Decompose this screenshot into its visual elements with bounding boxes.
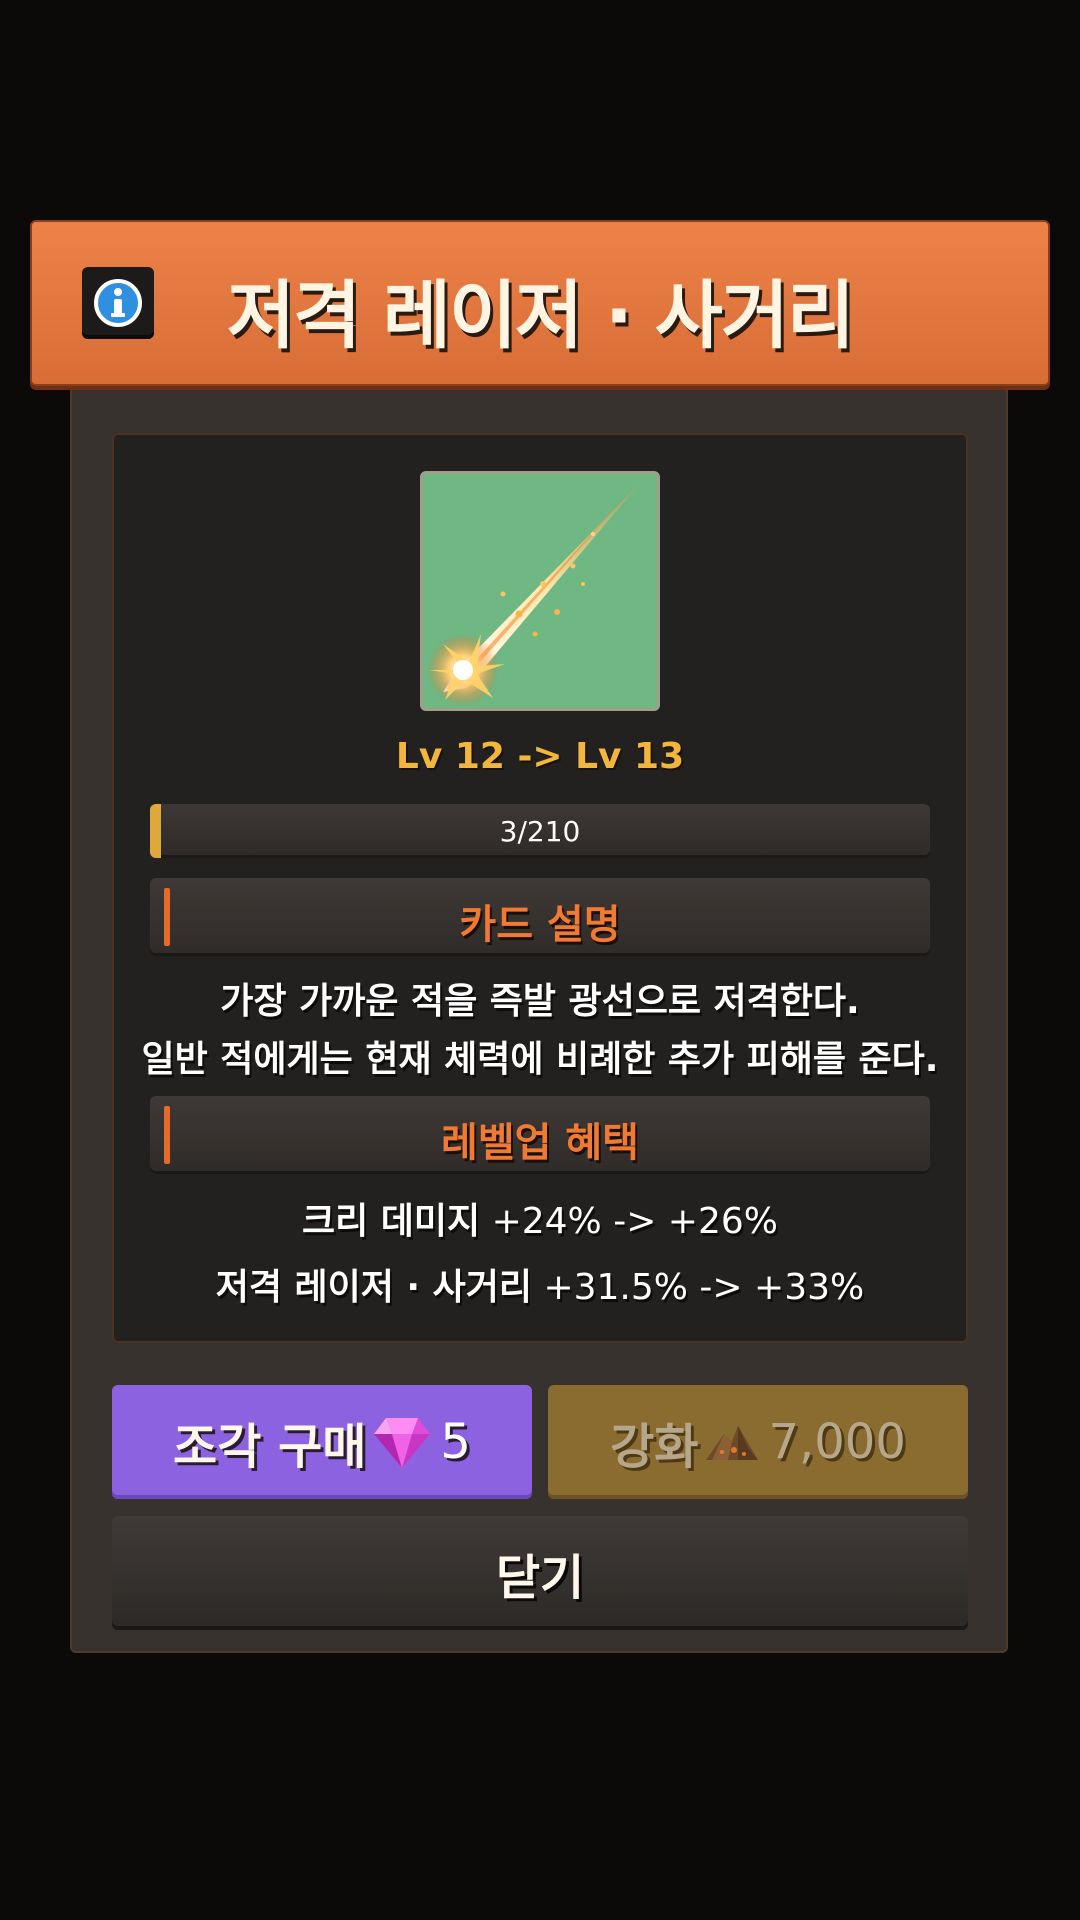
stat-value: +31.5% -> +33% — [532, 1267, 865, 1308]
description-line: 일반 적에게는 현재 체력에 비례한 추가 피해를 준다. — [141, 1039, 939, 1080]
level-indicator: Lv 12 -> Lv 13 — [395, 736, 685, 777]
close-button[interactable]: 닫기 — [112, 1516, 968, 1630]
stat-row: 크리 데미지 +24% -> +26% — [0, 1192, 1080, 1244]
buy-shard-cost: 5 — [440, 1414, 471, 1470]
description-line: 가장 가까운 적을 즉발 광선으로 저격한다. — [220, 981, 860, 1022]
upgrade-label: 강화 — [610, 1419, 699, 1475]
stat-name: 크리 데미지 — [302, 1201, 481, 1242]
close-label: 닫기 — [495, 1550, 585, 1606]
upgrade-cost: 7,000 — [768, 1414, 906, 1470]
card-image — [420, 471, 660, 711]
progress-label: 3/210 — [499, 815, 581, 848]
gem-icon — [374, 1418, 431, 1468]
stat-value: +24% -> +26% — [480, 1201, 778, 1242]
popup-title: 저격 레이저 · 사거리 — [226, 273, 855, 359]
section-header-description: 카드 설명 — [150, 878, 930, 956]
buy-shard-button[interactable]: 조각 구매 5 — [112, 1385, 532, 1499]
stat-row: 저격 레이저 · 사거리 +31.5% -> +33% — [0, 1258, 1080, 1310]
upgrade-button[interactable]: 강화 7,000 — [548, 1385, 968, 1499]
section-header-levelup: 레벨업 혜택 — [150, 1096, 930, 1174]
stat-name: 저격 레이저 · 사거리 — [215, 1267, 533, 1308]
ore-pile-icon — [706, 1426, 759, 1460]
shard-progress-bar: 3/210 — [150, 804, 930, 858]
section-title-description: 카드 설명 — [459, 902, 621, 948]
laser-beam-icon — [427, 482, 641, 706]
title-bar: 저격 레이저 · 사거리 — [30, 220, 1050, 386]
section-title-levelup: 레벨업 혜택 — [441, 1120, 639, 1166]
buy-shard-label: 조각 구매 — [173, 1419, 367, 1475]
